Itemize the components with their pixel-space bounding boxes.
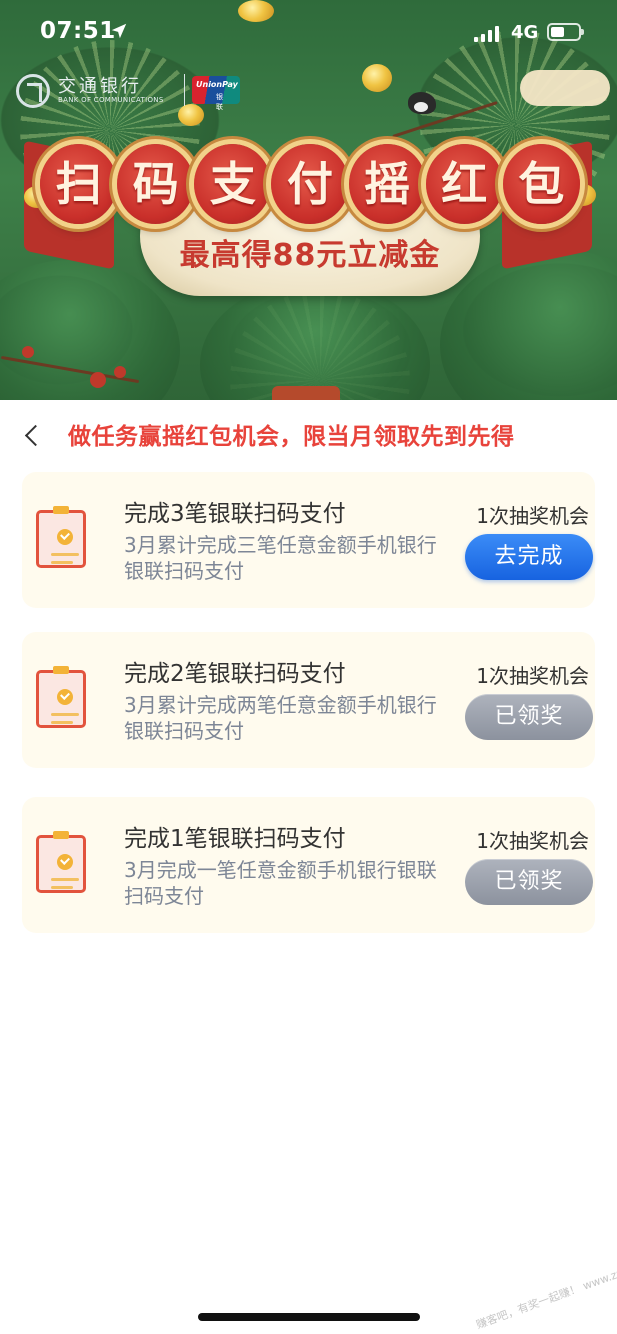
blossom-icon (22, 346, 34, 358)
banner-title: 扫 码 支 付 摇 红 包 (40, 134, 580, 234)
bank-name-en: BANK OF COMMUNICATIONS (58, 96, 164, 104)
bank-name-cn: 交通银行 (58, 76, 142, 97)
clipboard-icon (36, 831, 86, 893)
task-panel: 做任务赢摇红包机会，限当月领取先到先得 完成3笔银联扫码支付 3月累计完成三笔任… (0, 400, 617, 1334)
title-char: 包 (502, 144, 580, 224)
clipboard-icon (36, 506, 86, 568)
unionpay-label-cn: 银联 (216, 93, 223, 111)
promo-banner: 07:51 4G 交通银行 BANK OF COMMUNICATIONS Uni… (0, 0, 617, 400)
task-card: 完成3笔银联扫码支付 3月累计完成三笔任意金额手机银行银联扫码支付 1次抽奖机会… (22, 472, 595, 608)
title-char: 支 (194, 144, 272, 224)
title-char: 摇 (348, 144, 426, 224)
signal-bars-icon (474, 26, 499, 42)
battery-icon (547, 23, 584, 41)
home-indicator[interactable] (198, 1313, 420, 1321)
page-title: 做任务赢摇红包机会，限当月领取先到先得 (68, 424, 515, 450)
task-card: 完成2笔银联扫码支付 3月累计完成两笔任意金额手机银行银联扫码支付 1次抽奖机会… (22, 632, 595, 768)
go-complete-button[interactable]: 去完成 (465, 534, 593, 580)
clipboard-icon (36, 666, 86, 728)
title-char: 付 (271, 144, 349, 224)
claimed-button[interactable]: 已领奖 (465, 694, 593, 740)
task-description: 3月累计完成三笔任意金额手机银行银联扫码支付 (124, 533, 437, 583)
bird-icon (408, 92, 436, 114)
bank-emblem-icon (16, 74, 50, 108)
task-reward: 1次抽奖机会 (476, 504, 589, 528)
task-card: 完成1笔银联扫码支付 3月完成一笔任意金额手机银行银联扫码支付 1次抽奖机会 已… (22, 797, 595, 933)
task-description: 3月累计完成两笔任意金额手机银行银联扫码支付 (124, 693, 437, 743)
status-time: 07:51 (40, 18, 116, 44)
blossom-icon (114, 366, 126, 378)
banner-subtitle: 最高得88元立减金 (179, 238, 441, 273)
task-title: 完成2笔银联扫码支付 (124, 661, 346, 687)
nav-bar: 做任务赢摇红包机会，限当月领取先到先得 (0, 400, 617, 470)
network-label: 4G (511, 22, 539, 43)
task-description: 3月完成一笔任意金额手机银行银联扫码支付 (124, 858, 437, 908)
location-arrow-icon (111, 23, 127, 39)
unionpay-label: UnionPay (196, 80, 238, 89)
coin-icon (362, 64, 392, 92)
decor-pine (200, 280, 430, 400)
task-reward: 1次抽奖机会 (476, 664, 589, 688)
decor-tab (272, 386, 340, 400)
back-button[interactable] (16, 418, 50, 452)
decor-cloud (520, 70, 610, 106)
task-title: 完成3笔银联扫码支付 (124, 501, 346, 527)
title-char: 红 (425, 144, 503, 224)
status-bar: 07:51 4G (0, 0, 617, 68)
blossom-icon (90, 372, 106, 388)
claimed-button[interactable]: 已领奖 (465, 859, 593, 905)
task-title: 完成1笔银联扫码支付 (124, 826, 346, 852)
task-reward: 1次抽奖机会 (476, 829, 589, 853)
title-char: 码 (117, 144, 195, 224)
logo-divider (184, 74, 185, 106)
coin-icon (178, 104, 204, 126)
title-char: 扫 (40, 144, 118, 224)
